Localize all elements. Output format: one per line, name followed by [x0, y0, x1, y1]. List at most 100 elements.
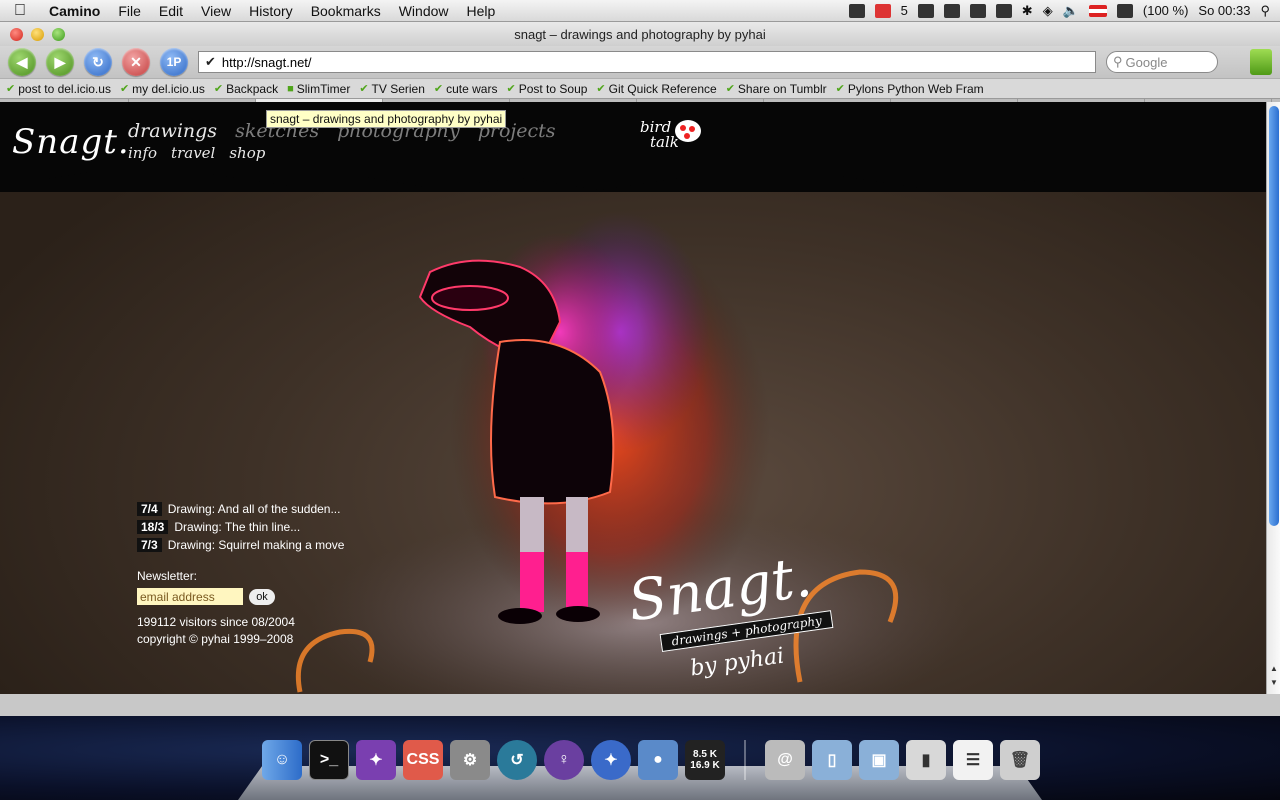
news-date: 7/3 [137, 538, 162, 552]
bird-talk-link[interactable]: bird talk [640, 120, 679, 150]
back-button[interactable]: ◀ [8, 48, 36, 76]
news-item[interactable]: 7/4 Drawing: And all of the sudden... [137, 502, 344, 516]
menu-window[interactable]: Window [390, 0, 458, 22]
gmail-icon[interactable] [874, 3, 891, 18]
volume-icon[interactable]: 🔈 [1063, 3, 1079, 19]
news-title[interactable]: Drawing: The thin line... [174, 520, 300, 534]
news-date: 18/3 [137, 520, 169, 534]
stop-button[interactable]: ✕ [122, 48, 150, 76]
speech-bubble-icon[interactable] [675, 120, 701, 142]
nav-info[interactable]: info [128, 144, 157, 162]
forward-button[interactable]: ▶ [46, 48, 74, 76]
app-menu[interactable]: Camino [40, 0, 109, 22]
menu-bookmarks[interactable]: Bookmarks [302, 0, 390, 22]
nav-travel[interactable]: travel [171, 144, 215, 162]
bookmark-item[interactable]: ✔ cute wars [434, 82, 498, 96]
menu-history[interactable]: History [240, 0, 302, 22]
document-icon[interactable]: ☰ [953, 740, 993, 780]
system-preferences-icon[interactable]: ⚙ [450, 740, 490, 780]
newsletter-ok-button[interactable]: ok [249, 588, 275, 605]
finder-icon[interactable]: ☺ [262, 740, 302, 780]
scroll-down-icon[interactable]: ▼ [1269, 678, 1279, 688]
scrollbar-thumb[interactable] [1269, 106, 1279, 526]
bookmark-item[interactable]: ■ SlimTimer [287, 82, 350, 96]
title-bar: snagt – drawings and photography by pyha… [0, 22, 1280, 46]
bookmark-item[interactable]: ✔ Pylons Python Web Fram [836, 82, 984, 96]
bookmark-item[interactable]: ✔ TV Serien [359, 82, 425, 96]
scroll-up-icon[interactable]: ▲ [1269, 664, 1279, 674]
onepassword-button[interactable]: 1P [160, 48, 188, 76]
leaf-icon: ✔ [835, 83, 845, 95]
spotlight-icon[interactable]: ⚲ [1260, 3, 1270, 19]
keyboard-icon[interactable] [995, 3, 1012, 18]
news-title[interactable]: Drawing: And all of the sudden... [168, 502, 341, 516]
gmail-count: 5 [900, 3, 908, 18]
leaf-icon: ✔ [725, 83, 735, 95]
news-list: 7/4 Drawing: And all of the sudden... 18… [137, 502, 344, 556]
leaf-icon: ✔ [359, 83, 369, 95]
site-logo[interactable]: Snagt. [12, 122, 130, 162]
disk-image-icon[interactable]: ▮ [906, 740, 946, 780]
cssedit-icon[interactable]: CSS [403, 740, 443, 780]
camino-icon[interactable]: ✦ [591, 740, 631, 780]
adium-icon[interactable]: ♀ [544, 740, 584, 780]
newsletter-email-input[interactable] [137, 588, 243, 605]
iphoto-icon[interactable]: ● [638, 740, 678, 780]
nav-shop[interactable]: shop [229, 144, 265, 162]
leaf-icon: ✔ [119, 83, 130, 95]
battery-icon[interactable] [1116, 3, 1133, 18]
news-title[interactable]: Drawing: Squirrel making a move [168, 538, 345, 552]
display-icon[interactable] [969, 3, 986, 18]
bluetooth-icon[interactable]: ✱ [1022, 3, 1033, 19]
bookmark-item[interactable]: ✔ Backpack [214, 82, 278, 96]
menu-help[interactable]: Help [458, 0, 505, 22]
wifi-icon[interactable]: ◈ [1043, 3, 1053, 19]
paw-icon[interactable] [917, 3, 934, 18]
input-flag-icon[interactable] [1088, 4, 1107, 17]
search-field[interactable]: ⚲ Google [1106, 51, 1218, 73]
news-item[interactable]: 18/3 Drawing: The thin line... [137, 520, 344, 534]
terminal-icon[interactable]: >_ [309, 740, 349, 780]
clock[interactable]: So 00:33 [1198, 3, 1250, 18]
character-shoe-right [556, 606, 600, 622]
leaf-icon: ✔ [213, 83, 224, 95]
trash-icon[interactable]: 🗑 [1000, 740, 1040, 780]
bookmark-item[interactable]: ✔ Share on Tumblr [726, 82, 827, 96]
nav-drawings[interactable]: drawings [128, 120, 217, 142]
reload-button[interactable]: ↻ [84, 48, 112, 76]
bookmark-label: cute wars [446, 81, 498, 96]
menu-bar:  Camino File Edit View History Bookmark… [0, 0, 1280, 22]
menu-edit[interactable]: Edit [150, 0, 192, 22]
apple-menu-icon[interactable]:  [0, 2, 40, 20]
news-item[interactable]: 7/3 Drawing: Squirrel making a move [137, 538, 344, 552]
mail-stack-icon[interactable]: @ [765, 740, 805, 780]
bird-talk-line2: talk [650, 133, 679, 151]
dock-separator [744, 740, 746, 780]
bookmark-item[interactable]: ✔ my del.icio.us [120, 82, 205, 96]
bookmark-item[interactable]: ✔ post to del.icio.us [6, 82, 111, 96]
slimtimer-icon: ■ [287, 82, 294, 95]
calendar-icon[interactable] [848, 3, 865, 18]
bookmarks-bar: ✔ post to del.icio.us ✔ my del.icio.us ✔ Ba… [0, 78, 1280, 98]
textmate-icon[interactable]: ✦ [356, 740, 396, 780]
network-monitor-icon[interactable]: 8.5 K 16.9 K [685, 740, 725, 780]
bookmark-label: Post to Soup [518, 81, 588, 96]
bookmarks-button[interactable] [1250, 49, 1272, 75]
copyright: copyright © pyhai 1999–2008 [137, 632, 294, 646]
url-bar[interactable]: ✔ http://snagt.net/ [198, 51, 1096, 73]
time-machine-icon[interactable]: ↺ [497, 740, 537, 780]
leaf-icon: ✔ [506, 83, 516, 95]
url-text[interactable]: http://snagt.net/ [222, 55, 312, 70]
net-upload-value: 8.5 K [693, 749, 717, 760]
bookmark-item[interactable]: ✔ Git Quick Reference [596, 82, 716, 96]
bookmark-label: Share on Tumblr [737, 81, 827, 96]
menu-file[interactable]: File [109, 0, 150, 22]
vertical-scrollbar[interactable]: ▲ ▼ [1266, 102, 1280, 694]
spaces-icon[interactable] [943, 3, 960, 18]
movies-folder-icon[interactable]: ▣ [859, 740, 899, 780]
net-download-value: 16.9 K [690, 760, 720, 771]
bookmark-item[interactable]: ✔ Post to Soup [506, 82, 587, 96]
menu-view[interactable]: View [192, 0, 240, 22]
documents-folder-icon[interactable]: ▯ [812, 740, 852, 780]
character-eye [431, 285, 509, 311]
